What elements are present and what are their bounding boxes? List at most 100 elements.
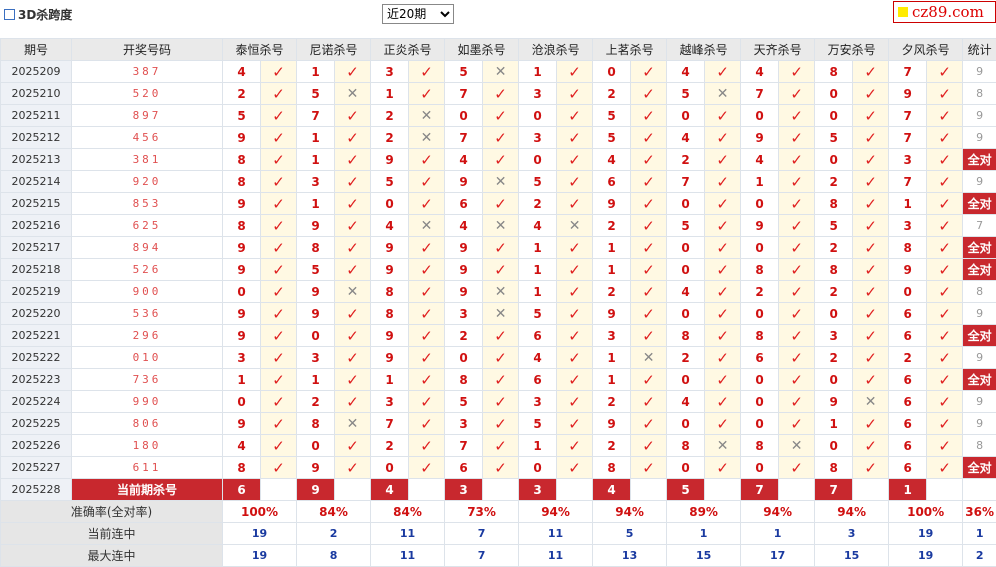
kill-number-cell: 1 xyxy=(296,368,336,391)
current-kill-number: 7 xyxy=(740,478,780,501)
kill-number-cell: 5 xyxy=(814,214,854,237)
check-icon: ✓ xyxy=(568,348,581,367)
check-icon: ✓ xyxy=(494,106,507,125)
check-icon: ✓ xyxy=(642,238,655,257)
result-mark-cell: ✓ xyxy=(852,412,890,435)
all-correct-badge: 全对 xyxy=(962,148,996,171)
result-mark-cell: ✓ xyxy=(408,280,446,303)
check-icon: ✓ xyxy=(716,458,729,477)
check-icon: ✓ xyxy=(346,238,359,257)
current-kill-blank xyxy=(926,478,964,501)
kill-number-cell: 8 xyxy=(222,170,261,193)
kill-number-cell: 4 xyxy=(222,434,261,457)
check-icon: ✓ xyxy=(790,282,803,301)
cross-icon: ✕ xyxy=(642,349,655,366)
kill-number-cell: 4 xyxy=(518,214,558,237)
kill-number-cell: 7 xyxy=(370,412,410,435)
check-icon: ✓ xyxy=(346,128,359,147)
kill-number-cell: 2 xyxy=(370,104,410,127)
stat-cell: 7 xyxy=(962,214,996,237)
kill-number-cell: 1 xyxy=(370,368,410,391)
kill-number-cell: 7 xyxy=(888,60,928,83)
result-mark-cell: ✕ xyxy=(482,170,520,193)
kill-number-cell: 4 xyxy=(592,148,632,171)
cross-icon: ✕ xyxy=(346,85,359,102)
kill-number-cell: 4 xyxy=(370,214,410,237)
result-mark-cell: ✓ xyxy=(926,280,964,303)
check-icon: ✓ xyxy=(642,260,655,279)
kill-number-cell: 8 xyxy=(814,60,854,83)
kill-number-cell: 5 xyxy=(518,412,558,435)
kill-number-cell: 7 xyxy=(888,126,928,149)
table-row: 2025227 611 8 ✓ 9 ✓ 0 ✓ 6 ✓ 0 ✓ 8 ✓ 0 ✓ 0 ✓ 8 ✓ 6 ✓ 全对 xyxy=(0,456,996,479)
streak-value: 17 xyxy=(740,544,816,567)
check-icon: ✓ xyxy=(642,194,655,213)
period-cell: 2025213 xyxy=(0,148,72,171)
kill-number-cell: 1 xyxy=(296,148,336,171)
kill-number-cell: 9 xyxy=(370,236,410,259)
streak-value: 11 xyxy=(370,522,446,545)
kill-number-cell: 2 xyxy=(592,390,632,413)
site-logo[interactable]: cz89.com xyxy=(893,1,996,23)
check-icon: ✓ xyxy=(272,436,285,455)
check-icon: ✓ xyxy=(420,458,433,477)
streak-value: 19 xyxy=(221,544,298,567)
kill-number-cell: 1 xyxy=(296,60,336,83)
check-icon: ✓ xyxy=(494,84,507,103)
result-mark-cell: ✓ xyxy=(408,412,446,435)
table-row: 2025220 536 9 ✓ 9 ✓ 8 ✓ 3 ✕ 5 ✓ 9 ✓ 0 ✓ 0 ✓ 0 ✓ 6 ✓ 9 xyxy=(0,302,996,325)
result-mark-cell: ✓ xyxy=(778,148,816,171)
streak-value: 11 xyxy=(518,544,594,567)
result-mark-cell: ✓ xyxy=(778,324,816,347)
check-icon: ✓ xyxy=(346,436,359,455)
current-kill-blank xyxy=(778,478,816,501)
result-mark-cell: ✓ xyxy=(334,126,372,149)
kill-number-cell: 0 xyxy=(296,324,336,347)
streak-value: 5 xyxy=(592,522,668,545)
kill-number-cell: 2 xyxy=(592,280,632,303)
check-icon: ✓ xyxy=(568,62,581,81)
kill-number-cell: 1 xyxy=(518,60,558,83)
period-cell: 2025227 xyxy=(0,456,72,479)
kill-number-cell: 5 xyxy=(370,170,410,193)
kill-number-cell: 9 xyxy=(592,412,632,435)
check-icon: ✓ xyxy=(864,304,877,323)
kill-number-cell: 4 xyxy=(740,60,780,83)
check-icon: ✓ xyxy=(790,84,803,103)
result-mark-cell: ✓ xyxy=(556,456,594,479)
result-mark-cell: ✓ xyxy=(556,192,594,215)
check-icon: ✓ xyxy=(864,128,877,147)
result-mark-cell: ✓ xyxy=(704,192,742,215)
kill-number-cell: 6 xyxy=(518,368,558,391)
result-mark-cell: ✕ xyxy=(704,82,742,105)
result-mark-cell: ✓ xyxy=(408,236,446,259)
table-header-row: 期号 开奖号码 泰恒杀号 尼诺杀号 正炎杀号 如墨杀号 沧浪杀号 上茗杀号 越峰… xyxy=(0,38,996,61)
kill-number-cell: 0 xyxy=(592,60,632,83)
kill-number-cell: 2 xyxy=(518,192,558,215)
kill-number-cell: 1 xyxy=(222,368,261,391)
kill-number-cell: 6 xyxy=(888,302,928,325)
kill-number-cell: 8 xyxy=(592,456,632,479)
kill-number-cell: 1 xyxy=(518,258,558,281)
result-mark-cell: ✓ xyxy=(852,302,890,325)
kill-number-cell: 2 xyxy=(814,236,854,259)
logo-text: cz89.com xyxy=(912,3,984,21)
period-cell: 2025219 xyxy=(0,280,72,303)
kill-number-cell: 8 xyxy=(814,258,854,281)
kill-span-table: 期号 开奖号码 泰恒杀号 尼诺杀号 正炎杀号 如墨杀号 沧浪杀号 上茗杀号 越峰… xyxy=(0,38,996,567)
current-kill-blank xyxy=(408,478,446,501)
result-mark-cell: ✓ xyxy=(259,104,298,127)
result-mark-cell: ✕ xyxy=(482,60,520,83)
draw-number-cell: 990 xyxy=(71,390,223,413)
period-range-select[interactable]: 近20期 xyxy=(382,4,454,24)
all-correct-badge: 全对 xyxy=(962,192,996,215)
result-mark-cell: ✓ xyxy=(630,368,668,391)
stat-cell: 9 xyxy=(962,126,996,149)
kill-number-cell: 8 xyxy=(444,368,484,391)
kill-number-cell: 5 xyxy=(518,170,558,193)
result-mark-cell: ✓ xyxy=(408,60,446,83)
draw-number-cell: 381 xyxy=(71,148,223,171)
kill-number-cell: 9 xyxy=(222,324,261,347)
draw-number-cell: 536 xyxy=(71,302,223,325)
result-mark-cell: ✓ xyxy=(408,346,446,369)
